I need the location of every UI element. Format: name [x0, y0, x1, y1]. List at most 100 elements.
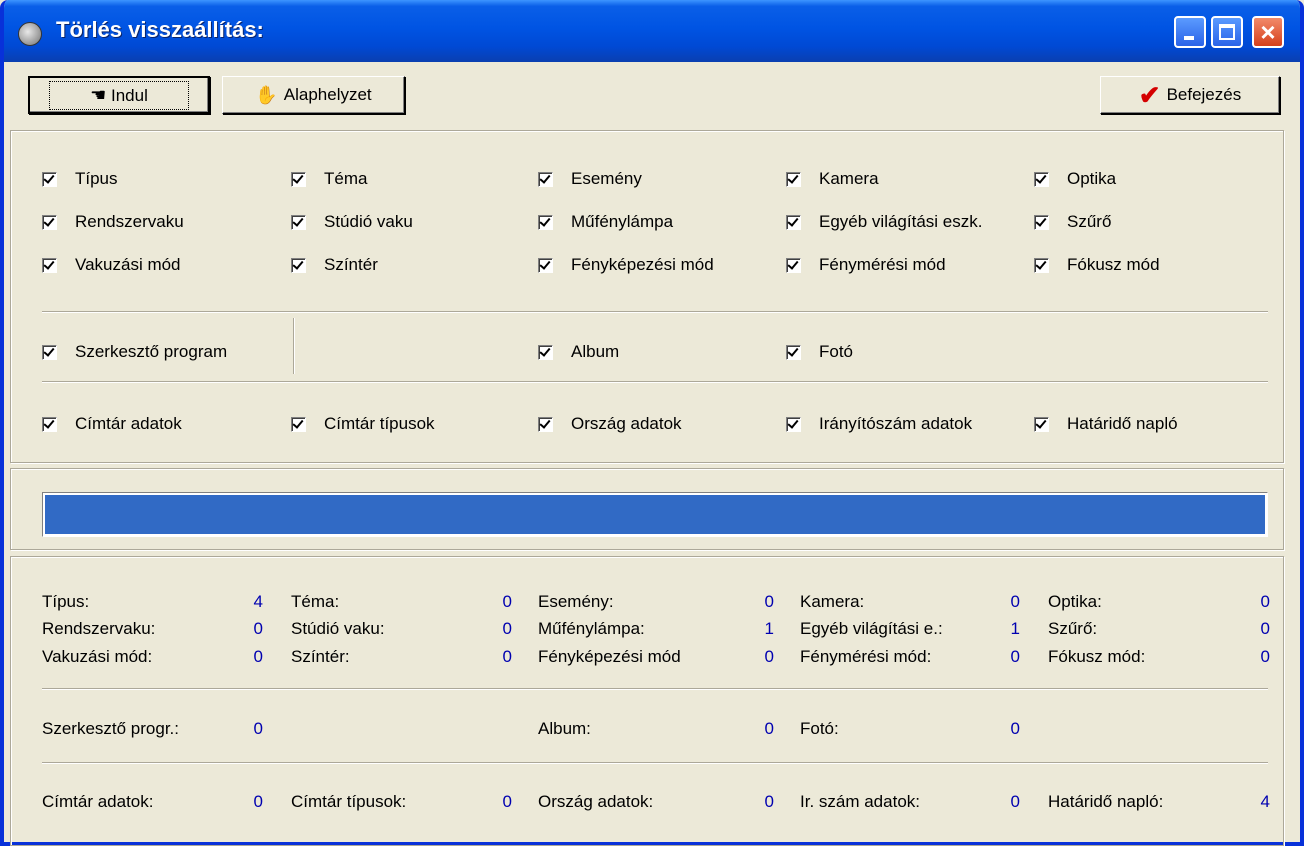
checkbox-check-icon[interactable] — [291, 416, 306, 432]
checkbox-check-icon[interactable] — [786, 214, 801, 230]
checkbox-label: Kamera — [819, 169, 879, 188]
checkbox-check-icon[interactable] — [786, 344, 801, 360]
checkbox-check-icon[interactable] — [538, 214, 553, 230]
checkbox-row2-2[interactable]: Műfénylámpa — [538, 212, 673, 232]
close-button[interactable]: × — [1252, 16, 1284, 48]
checkbox-label: Címtár típusok — [324, 414, 435, 433]
stat-value: 0 — [1010, 719, 1020, 738]
stat-label: Album: — [538, 719, 591, 738]
checkbox-label: Rendszervaku — [75, 212, 184, 231]
checkbox-check-icon[interactable] — [538, 257, 553, 273]
checkbox-label: Stúdió vaku — [324, 212, 413, 231]
checkbox-row1-0[interactable]: Típus — [42, 169, 118, 189]
checkbox-row1-4[interactable]: Optika — [1034, 169, 1116, 189]
checkbox-row3-3[interactable]: Fénymérési mód — [786, 255, 946, 275]
checkbox-row5-1[interactable]: Címtár típusok — [291, 414, 435, 434]
checkbox-check-icon[interactable] — [42, 416, 57, 432]
app-icon — [18, 22, 42, 46]
checkbox-check-icon[interactable] — [42, 344, 57, 360]
stat-label: Ország adatok: — [538, 792, 654, 811]
checkbox-row4-2[interactable]: Fotó — [786, 342, 853, 362]
checkbox-label: Fotó — [819, 342, 854, 361]
stat-label: Téma: — [291, 592, 340, 611]
stat-value: 0 — [764, 647, 774, 666]
checkbox-check-icon[interactable] — [291, 171, 306, 187]
checkbox-check-icon[interactable] — [1034, 257, 1049, 273]
checkbox-row2-0[interactable]: Rendszervaku — [42, 212, 184, 232]
stat-label: Optika: — [1048, 592, 1102, 611]
checkbox-row2-3[interactable]: Egyéb világítási eszk. — [786, 212, 982, 232]
stat-label: Típus: — [42, 592, 90, 611]
stat-label: Egyéb világítási e.: — [800, 619, 943, 638]
checkbox-row5-0[interactable]: Címtár adatok — [42, 414, 182, 434]
separator — [42, 762, 1268, 764]
stat-label: Rendszervaku: — [42, 619, 156, 638]
checkbox-row1-1[interactable]: Téma — [291, 169, 367, 189]
checkbox-label: Szerkesztő program — [75, 342, 228, 361]
checkbox-check-icon[interactable] — [786, 171, 801, 187]
separator — [42, 311, 1268, 313]
window-title: Törlés visszaállítás: — [56, 17, 264, 42]
checkbox-row1-2[interactable]: Esemény — [538, 169, 642, 189]
checkbox-check-icon[interactable] — [42, 214, 57, 230]
reset-label: Alaphelyzet — [283, 85, 372, 104]
checkbox-check-icon[interactable] — [1034, 214, 1049, 230]
stat-value: 0 — [253, 647, 263, 666]
checkbox-check-icon[interactable] — [291, 214, 306, 230]
stat-value: 0 — [1010, 647, 1020, 666]
checkbox-row5-2[interactable]: Ország adatok — [538, 414, 682, 434]
checkbox-check-icon[interactable] — [1034, 171, 1049, 187]
checkbox-row5-4[interactable]: Határidő napló — [1034, 414, 1178, 434]
progress-bar — [42, 492, 1268, 537]
stat-value: 1 — [764, 619, 774, 638]
checkbox-label: Album — [571, 342, 620, 361]
checkbox-check-icon[interactable] — [42, 171, 57, 187]
separator — [42, 688, 1268, 690]
checkbox-row3-2[interactable]: Fényképezési mód — [538, 255, 714, 275]
checkbox-row3-4[interactable]: Fókusz mód — [1034, 255, 1160, 275]
stat-label: Kamera: — [800, 592, 865, 611]
checkbox-check-icon[interactable] — [42, 257, 57, 273]
stat-label: Fénymérési mód: — [800, 647, 932, 666]
stat-value: 0 — [502, 592, 512, 611]
checkbox-check-icon[interactable] — [1034, 416, 1049, 432]
checkbox-row5-3[interactable]: Irányítószám adatok — [786, 414, 972, 434]
checkbox-label: Optika — [1067, 169, 1117, 188]
checkbox-check-icon[interactable] — [538, 416, 553, 432]
checkbox-row4-1[interactable]: Album — [538, 342, 619, 362]
stat-value: 0 — [764, 792, 774, 811]
checkbox-check-icon[interactable] — [538, 344, 553, 360]
stat-label: Műfénylámpa: — [538, 619, 645, 638]
checkbox-label: Ország adatok — [571, 414, 682, 433]
stat-label: Színtér: — [291, 647, 350, 666]
minimize-icon — [1184, 36, 1194, 40]
checkbox-check-icon[interactable] — [786, 257, 801, 273]
checkbox-check-icon[interactable] — [538, 171, 553, 187]
stat-label: Fotó: — [800, 719, 839, 738]
checkbox-row3-0[interactable]: Vakuzási mód — [42, 255, 181, 275]
finish-button[interactable]: ✔ Befejezés — [1100, 76, 1280, 114]
stat-label: Határidő napló: — [1048, 792, 1164, 811]
checkbox-label: Fényképezési mód — [571, 255, 714, 274]
start-button[interactable]: ☚ Indul — [28, 76, 210, 114]
reset-button[interactable]: ✋ Alaphelyzet — [222, 76, 405, 114]
checkbox-label: Téma — [324, 169, 368, 188]
stat-value: 1 — [1010, 619, 1020, 638]
checkbox-row3-1[interactable]: Színtér — [291, 255, 378, 275]
checkbox-row4-0[interactable]: Szerkesztő program — [42, 342, 227, 362]
maximize-button[interactable] — [1211, 16, 1243, 48]
close-icon: × — [1260, 17, 1276, 47]
stat-value: 0 — [502, 647, 512, 666]
checkbox-check-icon[interactable] — [786, 416, 801, 432]
stat-label: Szerkesztő progr.: — [42, 719, 180, 738]
checkbox-row1-3[interactable]: Kamera — [786, 169, 879, 189]
minimize-button[interactable] — [1174, 16, 1206, 48]
checkbox-row2-1[interactable]: Stúdió vaku — [291, 212, 413, 232]
checkbox-row2-4[interactable]: Szűrő — [1034, 212, 1111, 232]
stat-value: 0 — [1010, 792, 1020, 811]
stat-label: Fókusz mód: — [1048, 647, 1146, 666]
checkbox-check-icon[interactable] — [291, 257, 306, 273]
title-bar[interactable]: Törlés visszaállítás: × — [4, 0, 1300, 62]
stat-label: Címtár típusok: — [291, 792, 407, 811]
checkbox-label: Egyéb világítási eszk. — [819, 212, 983, 231]
